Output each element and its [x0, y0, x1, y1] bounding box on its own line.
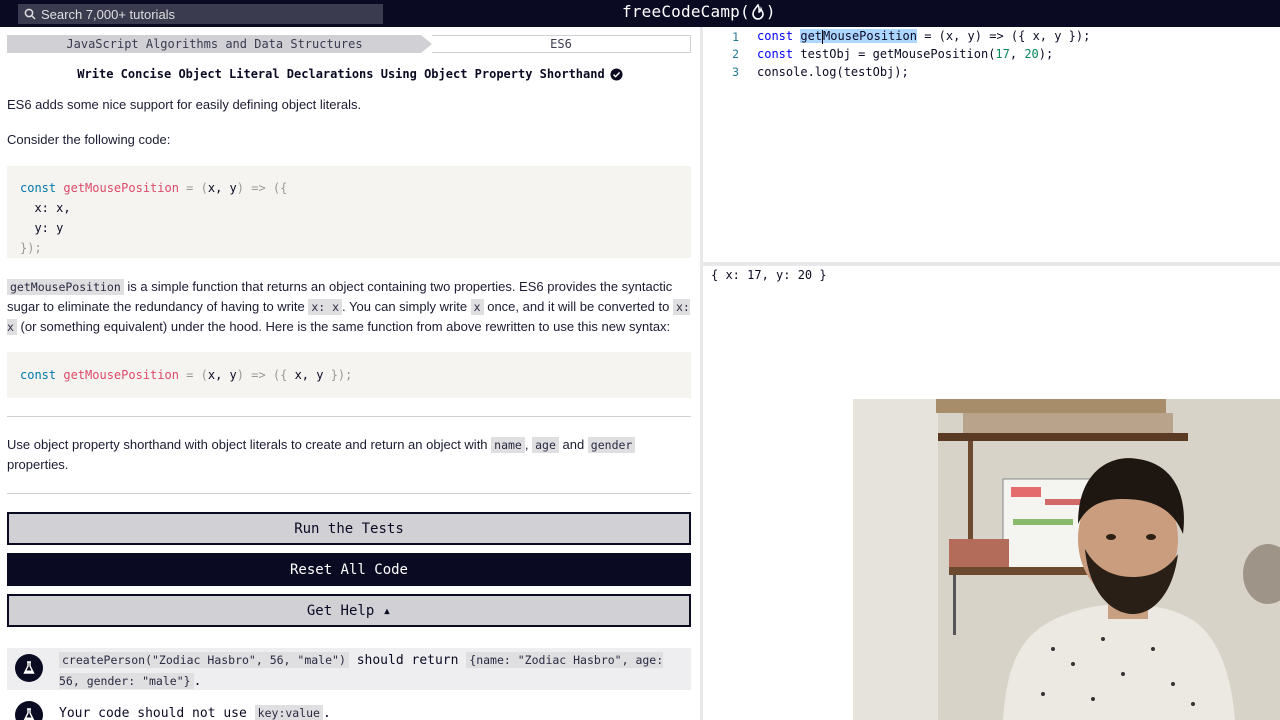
- editor-line[interactable]: 1 const getMousePosition = (x, y) => ({ …: [703, 28, 1280, 45]
- editor-line[interactable]: 3 console.log(testObj);: [703, 63, 1280, 80]
- reset-code-button[interactable]: Reset All Code: [7, 553, 691, 586]
- consider-text: Consider the following code:: [7, 132, 171, 147]
- test-item: Your code should not use key:value.: [7, 695, 691, 720]
- console-panel: { x: 17, y: 20 }: [703, 266, 1280, 399]
- code-line: });: [20, 241, 42, 255]
- line-content[interactable]: const getMousePosition = (x, y) => ({ x,…: [757, 29, 1090, 44]
- intro-text: ES6 adds some nice support for easily de…: [7, 97, 362, 112]
- divider: [7, 416, 691, 417]
- brand-text: freeCodeCamp(: [622, 2, 750, 21]
- test-description: createPerson("Zodiac Hasbro", 56, "male"…: [59, 652, 664, 689]
- editor-line[interactable]: 2 const testObj = getMousePosition(17, 2…: [703, 45, 1280, 62]
- line-content[interactable]: console.log(testObj);: [757, 65, 909, 79]
- webcam-image: [853, 399, 1280, 720]
- code-line: y: y: [20, 221, 64, 235]
- code-editor[interactable]: 1 const getMousePosition = (x, y) => ({ …: [703, 27, 1280, 262]
- brand-text-end: ): [765, 2, 776, 21]
- challenge-title-text: Write Concise Object Literal Declaration…: [77, 67, 605, 81]
- test-item: createPerson("Zodiac Hasbro", 56, "male"…: [7, 648, 691, 690]
- explanation-text: getMousePosition is a simple function th…: [7, 279, 690, 335]
- breadcrumb-section[interactable]: JavaScript Algorithms and Data Structure…: [7, 35, 432, 53]
- test-description: Your code should not use key:value.: [59, 705, 331, 720]
- search-placeholder: Search 7,000+ tutorials: [41, 6, 176, 22]
- line-number: 2: [732, 46, 739, 61]
- beaker-icon: [15, 701, 43, 720]
- divider: [7, 493, 691, 494]
- search-bar[interactable]: Search 7,000+ tutorials: [18, 4, 383, 24]
- console-output: { x: 17, y: 20 }: [711, 268, 827, 282]
- code-example-2: const getMousePosition = (x, y) => ({ x,…: [7, 352, 691, 398]
- search-icon: [24, 8, 36, 20]
- line-number: 3: [732, 64, 739, 79]
- code-example-1: const getMousePosition = (x, y) => ({ x:…: [7, 166, 691, 258]
- webcam-overlay: [853, 399, 1280, 720]
- breadcrumb-subsection[interactable]: ES6: [432, 35, 691, 53]
- code-line: x: x,: [20, 201, 71, 215]
- flame-icon: [752, 3, 764, 20]
- breadcrumb: JavaScript Algorithms and Data Structure…: [7, 35, 691, 53]
- line-number: 1: [732, 29, 739, 44]
- instructions-panel: JavaScript Algorithms and Data Structure…: [0, 27, 700, 720]
- run-tests-button[interactable]: Run the Tests: [7, 512, 691, 545]
- top-nav: Search 7,000+ tutorials freeCodeCamp( ): [0, 0, 1280, 27]
- brand-logo[interactable]: freeCodeCamp( ): [622, 2, 776, 21]
- beaker-icon: [15, 654, 43, 682]
- code-line: const getMousePosition = (x, y) => ({: [20, 181, 288, 195]
- task-text: Use object property shorthand with objec…: [7, 435, 691, 475]
- challenge-title: Write Concise Object Literal Declaration…: [0, 67, 700, 81]
- line-content[interactable]: const testObj = getMousePosition(17, 20)…: [757, 47, 1053, 61]
- check-circle-icon: [610, 67, 623, 81]
- get-help-button[interactable]: Get Help ▴: [7, 594, 691, 627]
